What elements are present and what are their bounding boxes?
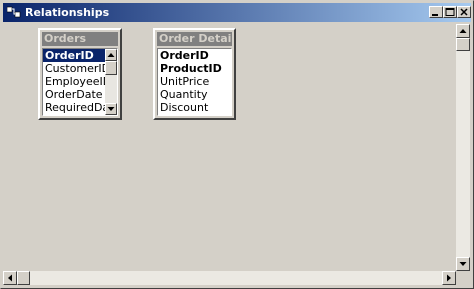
vertical-scrollbar[interactable] (456, 24, 470, 271)
close-icon (460, 8, 468, 16)
horizontal-scrollbar[interactable] (3, 271, 456, 285)
orders-scroll-up[interactable] (105, 49, 117, 61)
minimize-icon (432, 14, 438, 16)
field-unitprice[interactable]: UnitPrice (158, 75, 231, 88)
maximize-button[interactable] (443, 6, 457, 18)
size-grip[interactable] (456, 271, 470, 285)
relationships-canvas[interactable]: Orders OrderID CustomerID EmployeeID Ord… (3, 24, 454, 270)
field-orderid[interactable]: OrderID (158, 49, 231, 62)
arrow-down-icon (107, 107, 115, 111)
order-details-field-list[interactable]: Order Details OrderID ProductID UnitPric… (153, 28, 236, 120)
field-discount[interactable]: Discount (158, 101, 231, 114)
arrow-up-icon (459, 29, 467, 33)
orders-title[interactable]: Orders (42, 32, 118, 46)
orders-scrollbar[interactable] (105, 49, 117, 115)
relationships-icon[interactable] (6, 6, 21, 19)
field-productid[interactable]: ProductID (158, 62, 231, 75)
minimize-button[interactable] (429, 6, 443, 18)
scroll-down-button[interactable] (456, 257, 470, 271)
scroll-left-button[interactable] (3, 271, 17, 285)
horizontal-scroll-thumb[interactable] (17, 271, 30, 285)
order-details-title[interactable]: Order Details (157, 32, 232, 46)
window-title: Relationships (25, 6, 110, 19)
arrow-left-icon (8, 274, 12, 282)
orders-field-list[interactable]: Orders OrderID CustomerID EmployeeID Ord… (38, 28, 122, 120)
scroll-up-button[interactable] (456, 24, 470, 38)
maximize-icon (445, 8, 455, 16)
close-button[interactable] (457, 6, 471, 18)
orders-scroll-thumb[interactable] (105, 61, 117, 75)
arrow-right-icon (447, 274, 451, 282)
vertical-scroll-thumb[interactable] (456, 38, 470, 51)
arrow-up-icon (107, 53, 115, 57)
scroll-right-button[interactable] (442, 271, 456, 285)
arrow-down-icon (459, 262, 467, 266)
orders-scroll-down[interactable] (105, 103, 117, 115)
relationships-window: Relationships Orders OrderID CustomerID … (0, 0, 474, 289)
order-details-fields[interactable]: OrderID ProductID UnitPrice Quantity Dis… (157, 48, 232, 116)
field-quantity[interactable]: Quantity (158, 88, 231, 101)
title-bar[interactable]: Relationships (3, 3, 471, 22)
orders-fields[interactable]: OrderID CustomerID EmployeeID OrderDate … (42, 48, 118, 116)
